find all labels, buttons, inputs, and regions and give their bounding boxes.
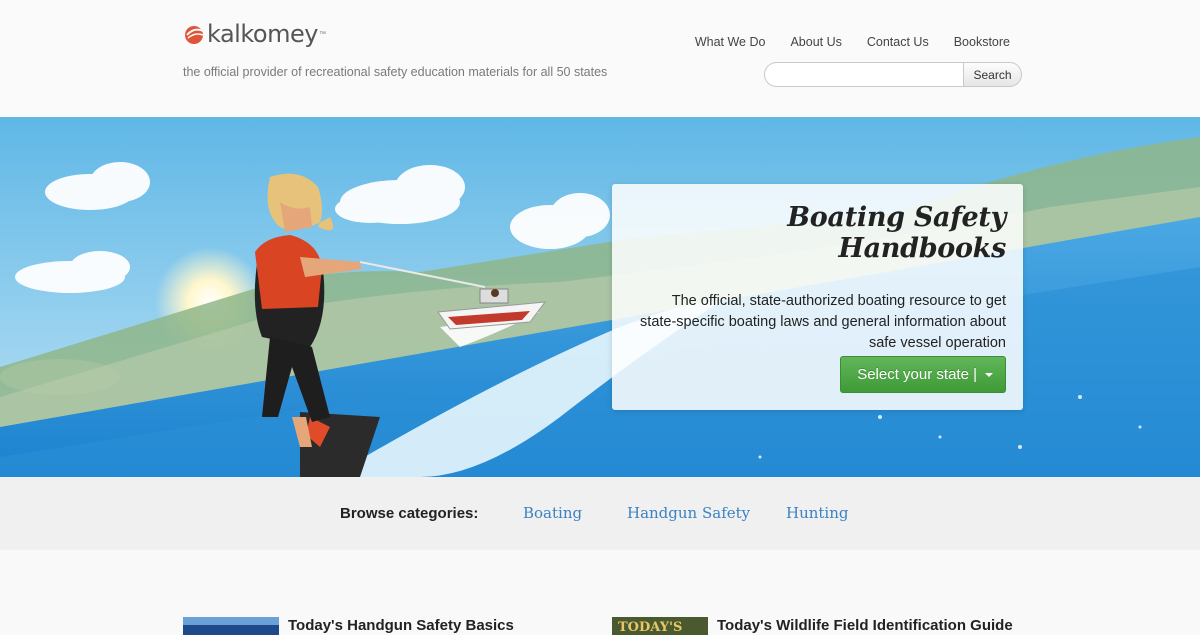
category-boating[interactable]: Boating xyxy=(523,504,582,522)
hero-banner: Boating Safety Handbooks The official, s… xyxy=(0,117,1200,477)
logo-swirl-icon xyxy=(183,23,205,45)
site-tagline: the official provider of recreational sa… xyxy=(183,65,608,79)
teaser-title-wildlife[interactable]: Today's Wildlife Field Identification Gu… xyxy=(717,617,1013,634)
browse-categories-label: Browse categories: xyxy=(340,505,479,522)
category-hunting[interactable]: Hunting xyxy=(786,504,849,522)
nav-contact-us[interactable]: Contact Us xyxy=(867,35,929,49)
logo-trademark: ™ xyxy=(318,30,326,38)
category-handgun-safety[interactable]: Handgun Safety xyxy=(627,504,750,522)
search-button[interactable]: Search xyxy=(963,62,1022,87)
teaser-title-handgun[interactable]: Today's Handgun Safety Basics xyxy=(288,617,514,634)
caret-down-icon xyxy=(985,372,993,377)
search-form: Search xyxy=(764,62,1022,87)
wildlife-guide-thumbnail[interactable]: TODAY'S xyxy=(612,617,708,635)
nav-about-us[interactable]: About Us xyxy=(790,35,841,49)
main-nav: What We Do About Us Contact Us Bookstore xyxy=(695,35,1010,49)
select-state-button[interactable]: Select your state | xyxy=(840,356,1006,393)
site-header: kalkomey ™ the official provider of recr… xyxy=(0,0,1200,117)
browse-categories: Browse categories: Boating Handgun Safet… xyxy=(0,477,1200,550)
kalkomey-logo[interactable]: kalkomey ™ xyxy=(183,20,326,48)
handgun-guide-thumbnail[interactable] xyxy=(183,617,279,635)
hero-description: The official, state-authorized boating r… xyxy=(640,293,1006,351)
nav-bookstore[interactable]: Bookstore xyxy=(954,35,1010,49)
logo-wordmark: kalkomey xyxy=(207,20,318,48)
search-input[interactable] xyxy=(764,62,963,87)
nav-what-we-do[interactable]: What We Do xyxy=(695,35,766,49)
select-state-label: Select your state | xyxy=(857,366,977,383)
hero-title: Boating Safety Handbooks xyxy=(787,202,1006,264)
hero-info-box: Boating Safety Handbooks The official, s… xyxy=(612,184,1023,410)
